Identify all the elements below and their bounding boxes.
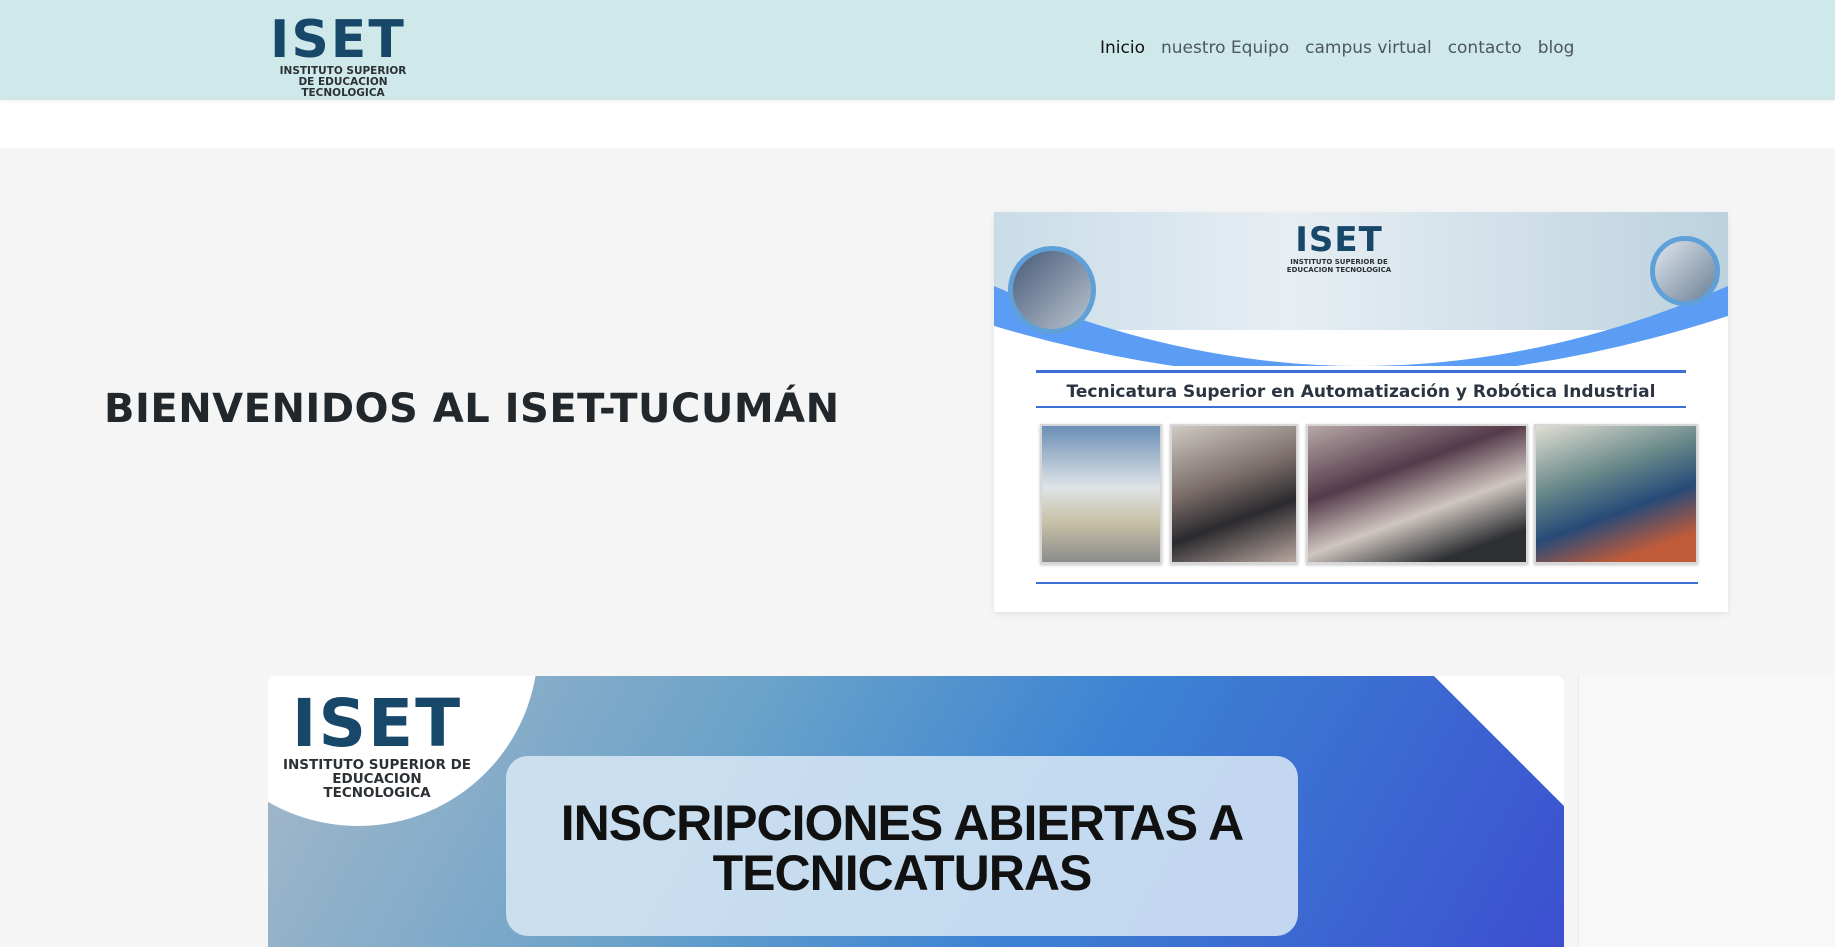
flyer-divider-top xyxy=(1036,370,1686,373)
inscriptions-banner[interactable]: ISET INSTITUTO SUPERIOR DE EDUCACION TEC… xyxy=(268,676,1564,947)
banner-logo-tagline: INSTITUTO SUPERIOR DE EDUCACION TECNOLOG… xyxy=(282,757,472,801)
flyer-logo-wordmark: ISET xyxy=(1295,220,1383,260)
banner-logo: ISET INSTITUTO SUPERIOR DE EDUCACION TEC… xyxy=(282,685,472,801)
flyer-divider-mid xyxy=(1036,406,1686,408)
banner-logo-wordmark: ISET xyxy=(291,685,463,762)
site-header: ISET INSTITUTO SUPERIOR DE EDUCACION TEC… xyxy=(0,0,1835,100)
site-logo[interactable]: ISET INSTITUTO SUPERIOR DE EDUCACION TEC… xyxy=(270,10,420,99)
flyer-photo-lab xyxy=(1534,424,1698,564)
inscriptions-section: ISET INSTITUTO SUPERIOR DE EDUCACION TEC… xyxy=(0,676,1835,947)
flyer-divider-bottom xyxy=(1036,582,1698,584)
flyer-photo-group xyxy=(1306,424,1528,564)
banner-white-corner xyxy=(1434,676,1564,806)
logo-tagline: INSTITUTO SUPERIOR DE EDUCACION TECNOLOG… xyxy=(279,65,407,99)
flyer-photo-building xyxy=(1040,424,1162,564)
nav-item-nuestro-equipo[interactable]: nuestro Equipo xyxy=(1161,38,1289,58)
hero-title: BIENVENIDOS AL ISET-TUCUMÁN xyxy=(104,386,840,432)
hero-section: BIENVENIDOS AL ISET-TUCUMÁN ISET INSTITU… xyxy=(0,148,1835,688)
main-nav: Inicio nuestro Equipo campus virtual con… xyxy=(1100,38,1574,58)
flyer-students-photo xyxy=(1008,246,1096,334)
flyer-photo-classroom xyxy=(1170,424,1298,564)
flyer-robot-photo xyxy=(1650,236,1720,306)
flyer-logo-tagline: INSTITUTO SUPERIOR DE EDUCACION TECNOLOG… xyxy=(1286,258,1392,274)
nav-item-campus-virtual[interactable]: campus virtual xyxy=(1305,38,1432,58)
nav-item-inicio[interactable]: Inicio xyxy=(1100,38,1145,58)
flyer-logo: ISET INSTITUTO SUPERIOR DE EDUCACION TEC… xyxy=(1284,222,1394,274)
side-card-placeholder xyxy=(1578,676,1835,947)
logo-wordmark: ISET xyxy=(270,10,406,70)
banner-headline-box: INSCRIPCIONES ABIERTAS A TECNICATURAS xyxy=(506,756,1298,936)
hero-flyer-image: ISET INSTITUTO SUPERIOR DE EDUCACION TEC… xyxy=(994,212,1728,612)
nav-item-blog[interactable]: blog xyxy=(1538,38,1575,58)
banner-headline: INSCRIPCIONES ABIERTAS A TECNICATURAS xyxy=(560,795,1245,901)
flyer-subtitle: Tecnicatura Superior en Automatización y… xyxy=(1066,382,1656,402)
nav-item-contacto[interactable]: contacto xyxy=(1448,38,1522,58)
